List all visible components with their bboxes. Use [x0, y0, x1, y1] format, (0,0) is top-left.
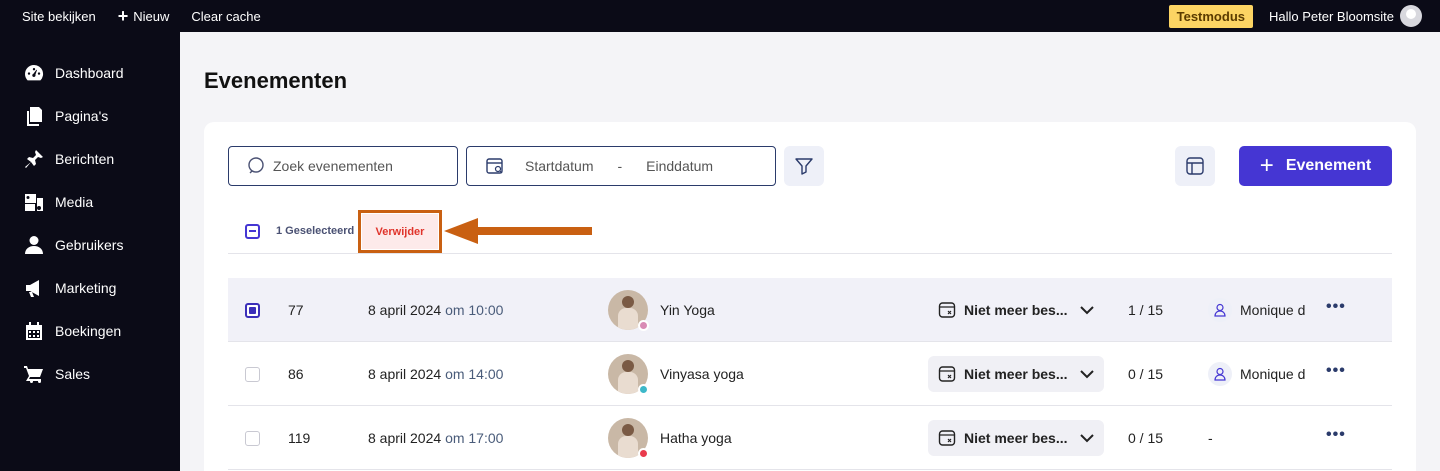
more-options-icon[interactable]: •••: [1326, 362, 1346, 380]
admin-topbar: Site bekijken + Nieuw Clear cache Testmod…: [0, 0, 1440, 32]
event-id: 86: [288, 366, 304, 382]
date-range-picker[interactable]: Startdatum - Einddatum: [466, 146, 776, 186]
plus-icon: +: [1259, 152, 1274, 179]
event-color-dot: [638, 320, 649, 331]
view-site-link[interactable]: Site bekijken: [22, 9, 96, 24]
status-dropdown[interactable]: Niet meer bes...: [928, 292, 1104, 328]
dashboard-icon: [25, 64, 44, 80]
sidebar-item-sales[interactable]: Sales: [0, 352, 180, 395]
sidebar-item-pages[interactable]: Pagina's: [0, 94, 180, 137]
avatar[interactable]: [1400, 5, 1422, 27]
chevron-down-icon: [1079, 434, 1094, 443]
sidebar-item-posts[interactable]: Berichten: [0, 137, 180, 180]
end-date-field[interactable]: Einddatum: [646, 158, 713, 174]
search-placeholder: Zoek evenementen: [273, 158, 393, 174]
delete-button[interactable]: Verwijder: [362, 214, 438, 249]
pin-icon: [25, 149, 43, 168]
teacher-name: -: [1208, 430, 1213, 446]
cart-icon: [24, 365, 43, 383]
sidebar-item-dashboard[interactable]: Dashboard: [0, 51, 180, 94]
row-checkbox[interactable]: [245, 431, 260, 446]
event-name[interactable]: Vinyasa yoga: [660, 366, 744, 382]
megaphone-icon: [26, 279, 39, 297]
sidebar-item-label: Boekingen: [55, 322, 122, 339]
capacity: 1 / 15: [1128, 302, 1164, 318]
sidebar-item-users[interactable]: Gebruikers: [0, 223, 180, 266]
teacher-name: Monique d: [1240, 302, 1306, 318]
media-icon: [25, 193, 43, 211]
calendar-icon: [26, 321, 42, 340]
event-color-dot: [638, 448, 649, 459]
chevron-down-icon: [1079, 370, 1094, 379]
event-name[interactable]: Yin Yoga: [660, 302, 715, 318]
sidebar-item-label: Marketing: [55, 279, 117, 296]
event-date: 8 april 2024 om 17:00: [368, 430, 504, 446]
sidebar-item-label: Gebruikers: [55, 236, 124, 253]
table-row[interactable]: 119 8 april 2024 om 17:00 Hatha yoga Nie…: [228, 406, 1392, 470]
sidebar-item-label: Media: [55, 193, 94, 210]
test-mode-badge: Testmodus: [1168, 4, 1253, 28]
table-row[interactable]: 77 8 april 2024 om 10:00 Yin Yoga Niet m…: [228, 278, 1392, 342]
select-all-checkbox[interactable]: [245, 224, 260, 239]
event-date: 8 april 2024 om 10:00: [368, 302, 504, 318]
more-options-icon[interactable]: •••: [1326, 298, 1346, 316]
search-input[interactable]: Zoek evenementen: [228, 146, 458, 186]
date-separator: -: [617, 158, 623, 174]
new-menu[interactable]: + Nieuw: [118, 7, 170, 25]
new-label: Nieuw: [133, 8, 170, 24]
event-id: 77: [288, 302, 304, 318]
row-checkbox[interactable]: [245, 367, 260, 382]
filter-icon: [795, 158, 813, 175]
chevron-down-icon: [1079, 306, 1094, 315]
columns-button[interactable]: [1175, 146, 1215, 186]
sidebar-item-label: Dashboard: [55, 64, 124, 81]
row-checkbox[interactable]: [245, 303, 260, 318]
calendar-x-icon: [938, 366, 956, 382]
search-icon: [248, 157, 264, 174]
start-date-field[interactable]: Startdatum: [525, 158, 593, 174]
calendar-x-icon: [938, 430, 956, 446]
sidebar-item-label: Pagina's: [55, 107, 109, 124]
status-dropdown[interactable]: Niet meer bes...: [928, 356, 1104, 392]
pages-icon: [27, 106, 42, 126]
more-options-icon[interactable]: •••: [1326, 426, 1346, 444]
capacity: 0 / 15: [1128, 430, 1164, 446]
event-name[interactable]: Hatha yoga: [660, 430, 732, 446]
sidebar-item-media[interactable]: Media: [0, 180, 180, 223]
plus-icon: +: [117, 6, 129, 26]
sidebar-item-label: Sales: [55, 365, 91, 382]
annotation-arrow: [444, 218, 592, 244]
user-icon: [25, 235, 43, 254]
sidebar: Dashboard Pagina's Berichten Media Gebru…: [0, 32, 180, 471]
events-card: Zoek evenementen Startdatum - Einddatum …: [204, 122, 1416, 471]
divider: [228, 253, 1392, 254]
filter-button[interactable]: [784, 146, 824, 186]
columns-icon: [1186, 157, 1204, 175]
calendar-x-icon: [938, 302, 956, 318]
table-row[interactable]: 86 8 april 2024 om 14:00 Vinyasa yoga Ni…: [228, 342, 1392, 406]
capacity: 0 / 15: [1128, 366, 1164, 382]
event-date: 8 april 2024 om 14:00: [368, 366, 504, 382]
page-title: Evenementen: [204, 68, 348, 93]
clear-cache-link[interactable]: Clear cache: [191, 9, 260, 24]
user-greeting[interactable]: Hallo Peter Bloomsite: [1269, 9, 1394, 24]
add-event-label: Evenement: [1285, 157, 1372, 174]
sidebar-item-bookings[interactable]: Boekingen: [0, 309, 180, 352]
event-id: 119: [288, 430, 311, 446]
teacher-name: Monique d: [1240, 366, 1306, 382]
selected-count: 1 Geselecteerd: [276, 225, 355, 237]
sidebar-item-label: Berichten: [55, 150, 115, 167]
event-color-dot: [638, 384, 649, 395]
calendar-search-icon: [486, 158, 503, 174]
sidebar-item-marketing[interactable]: Marketing: [0, 266, 180, 309]
add-event-button[interactable]: + Evenement: [1239, 146, 1392, 186]
status-label: Niet meer bes...: [964, 302, 1068, 318]
teacher-icon: [1208, 362, 1232, 386]
status-label: Niet meer bes...: [964, 430, 1068, 446]
status-label: Niet meer bes...: [964, 366, 1068, 382]
status-dropdown[interactable]: Niet meer bes...: [928, 420, 1104, 456]
teacher-icon: [1208, 298, 1232, 322]
